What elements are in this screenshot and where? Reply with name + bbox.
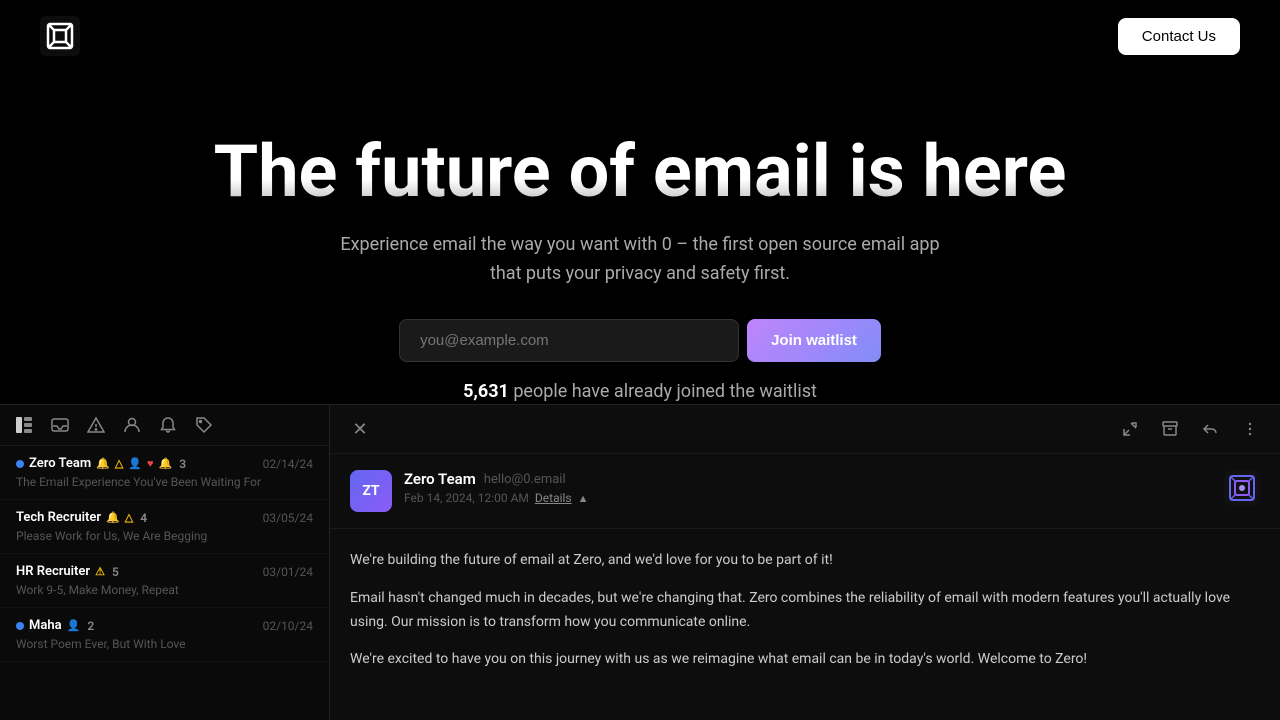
unread-dot	[16, 622, 24, 630]
chevron-up-icon[interactable]: ▲	[578, 492, 589, 505]
badge-person: 👤	[67, 619, 81, 632]
email-count: 5	[112, 565, 119, 579]
list-item[interactable]: Tech Recruiter 🔔 △ 4 03/05/24 Please Wor…	[0, 500, 329, 554]
email-date: 03/05/24	[263, 511, 313, 525]
email-preview: The Email Experience You've Been Waiting…	[16, 475, 313, 489]
badge-warning: △	[125, 511, 133, 524]
email-input[interactable]	[399, 319, 739, 362]
join-waitlist-button[interactable]: Join waitlist	[747, 319, 881, 362]
navbar: Contact Us	[0, 0, 1280, 72]
email-paragraph-1: We're building the future of email at Ze…	[350, 549, 1260, 573]
email-paragraph-3: We're excited to have you on this journe…	[350, 648, 1260, 672]
email-preview: Please Work for Us, We Are Begging	[16, 529, 313, 543]
contact-us-button[interactable]: Contact Us	[1118, 18, 1240, 55]
hero-subtitle: Experience email the way you want with 0…	[340, 231, 940, 289]
list-item[interactable]: HR Recruiter ⚠ 5 03/01/24 Work 9-5, Make…	[0, 554, 329, 608]
email-preview: Work 9-5, Make Money, Repeat	[16, 583, 313, 597]
waitlist-form: Join waitlist	[20, 319, 1260, 362]
email-timestamp: Feb 14, 2024, 12:00 AM Details ▲	[404, 491, 1212, 505]
details-link[interactable]: Details	[535, 491, 572, 505]
email-body: We're building the future of email at Ze…	[330, 529, 1280, 706]
email-paragraph-2: Email hasn't changed much in decades, bu…	[350, 587, 1260, 635]
badge-notification: 🔔	[106, 511, 120, 524]
email-date: 03/01/24	[263, 565, 313, 579]
email-list: Zero Team 🔔 △ 👤 ♥ 🔔 3 02/14/24 The Email…	[0, 446, 329, 720]
email-count: 2	[87, 619, 94, 633]
logo	[40, 16, 80, 56]
email-preview: Worst Poem Ever, But With Love	[16, 637, 313, 651]
badge-warning: ⚠	[95, 565, 105, 578]
email-sender: Maha 👤 2	[16, 618, 94, 633]
hero-section: The future of email is here Experience e…	[0, 72, 1280, 477]
email-sender: Tech Recruiter 🔔 △ 4	[16, 510, 147, 525]
waitlist-count: 5,631 people have already joined the wai…	[340, 378, 940, 407]
hero-title: The future of email is here	[20, 132, 1260, 211]
email-date: 02/10/24	[263, 619, 313, 633]
email-count: 4	[140, 511, 147, 525]
email-sender: HR Recruiter ⚠ 5	[16, 564, 119, 579]
list-item[interactable]: Maha 👤 2 02/10/24 Worst Poem Ever, But W…	[0, 608, 329, 662]
